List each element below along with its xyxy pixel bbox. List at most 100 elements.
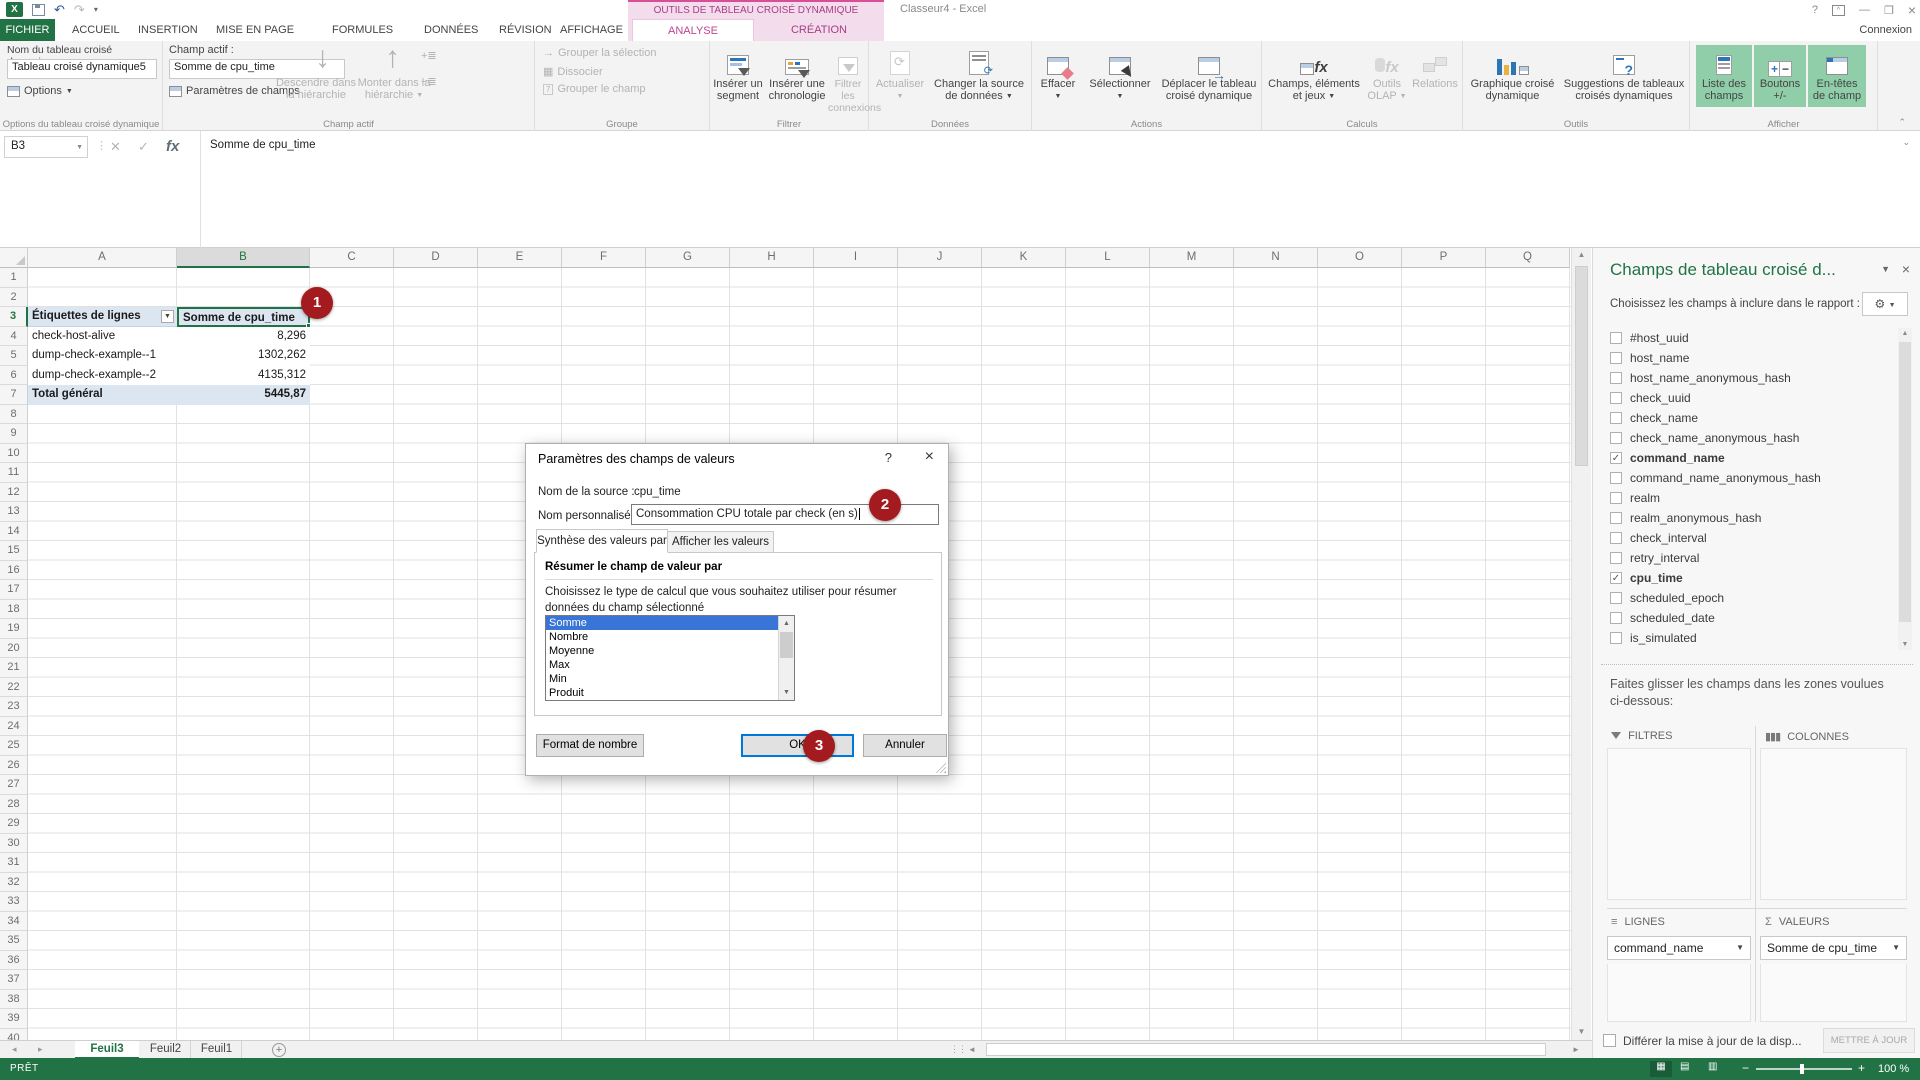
formula-bar-expand-icon[interactable]: ⌄	[1902, 137, 1910, 148]
filter-connections-button[interactable]: Filtrer lesconnexions	[828, 45, 868, 114]
tab-show-values-as[interactable]: Afficher les valeurs	[668, 531, 774, 553]
row-header-15[interactable]: 15	[0, 541, 28, 561]
sheet-tab-feuil3[interactable]: Feuil3	[75, 1041, 139, 1059]
column-header-N[interactable]: N	[1234, 248, 1318, 268]
field-item-host_name_anonymous_hash[interactable]: host_name_anonymous_hash	[1610, 368, 1890, 388]
values-field-chip[interactable]: Somme de cpu_time ▼	[1760, 936, 1907, 960]
row-header-33[interactable]: 33	[0, 892, 28, 912]
refresh-button[interactable]: ⟳ Actualiser▼	[871, 45, 929, 103]
field-item-command_name[interactable]: ✓command_name	[1610, 448, 1890, 468]
zoom-out-icon[interactable]: −	[1742, 1061, 1749, 1075]
field-headers-toggle[interactable]: En-têtesde champ	[1808, 45, 1866, 107]
insert-timeline-button[interactable]: Insérer unechronologie	[766, 45, 828, 102]
row-header-11[interactable]: 11	[0, 463, 28, 483]
row-header-20[interactable]: 20	[0, 639, 28, 659]
field-scrollbar-thumb[interactable]	[1899, 342, 1911, 622]
plus-minus-buttons-toggle[interactable]: +− Boutons+/-	[1754, 45, 1806, 107]
column-header-P[interactable]: P	[1402, 248, 1486, 268]
tab-formules[interactable]: FORMULES	[332, 19, 393, 41]
defer-layout-checkbox[interactable]	[1603, 1034, 1616, 1047]
checkbox-icon[interactable]	[1610, 412, 1622, 424]
save-icon[interactable]	[32, 4, 45, 16]
insert-function-icon[interactable]: fx	[166, 138, 179, 155]
checkbox-icon[interactable]	[1610, 352, 1622, 364]
pane-options-icon[interactable]: ▼	[1881, 264, 1890, 274]
relationships-button[interactable]: Relations	[1410, 45, 1460, 90]
column-header-B[interactable]: B	[177, 248, 310, 268]
row-header-16[interactable]: 16	[0, 561, 28, 581]
column-header-D[interactable]: D	[394, 248, 478, 268]
dialog-help-icon[interactable]: ?	[885, 450, 892, 465]
row-header-22[interactable]: 22	[0, 678, 28, 698]
pivot-name-input[interactable]: Tableau croisé dynamique5	[7, 59, 157, 79]
column-header-G[interactable]: G	[646, 248, 730, 268]
checkbox-icon[interactable]	[1610, 512, 1622, 524]
scroll-up-icon[interactable]: ▲	[779, 616, 794, 631]
fields-items-sets-button[interactable]: fx Champs, éléments et jeux ▼	[1264, 45, 1364, 103]
row-header-37[interactable]: 37	[0, 970, 28, 990]
restore-icon[interactable]: ❐	[1884, 4, 1894, 17]
tab-mise-en-page[interactable]: MISE EN PAGE	[216, 19, 294, 41]
row-header-35[interactable]: 35	[0, 931, 28, 951]
pivot-row-value[interactable]: 8,296	[177, 327, 310, 347]
summary-option-somme[interactable]: Somme	[546, 616, 778, 630]
column-header-J[interactable]: J	[898, 248, 982, 268]
column-header-H[interactable]: H	[730, 248, 814, 268]
row-header-12[interactable]: 12	[0, 483, 28, 503]
column-header-I[interactable]: I	[814, 248, 898, 268]
scroll-up-icon[interactable]: ▲	[1898, 328, 1912, 337]
row-header-9[interactable]: 9	[0, 424, 28, 444]
field-item-realm_anonymous_hash[interactable]: realm_anonymous_hash	[1610, 508, 1890, 528]
name-box[interactable]: B3 ▼	[4, 136, 88, 158]
close-icon[interactable]: ×	[1908, 2, 1916, 18]
summary-option-nombre[interactable]: Nombre	[546, 630, 778, 644]
listbox-scrollbar-thumb[interactable]	[780, 632, 793, 658]
column-header-L[interactable]: L	[1066, 248, 1150, 268]
row-header-40[interactable]: 40	[0, 1029, 28, 1041]
tab-creation[interactable]: CRÉATION	[758, 19, 880, 41]
row-header-14[interactable]: 14	[0, 522, 28, 542]
tab-donnees[interactable]: DONNÉES	[424, 19, 478, 41]
formula-content[interactable]: Somme de cpu_time	[210, 139, 315, 151]
column-header-E[interactable]: E	[478, 248, 562, 268]
row-header-19[interactable]: 19	[0, 619, 28, 639]
pivot-row-label[interactable]: check-host-alive	[28, 327, 177, 347]
field-item-check_name_anonymous_hash[interactable]: check_name_anonymous_hash	[1610, 428, 1890, 448]
hscroll-left-icon[interactable]: ◄	[968, 1045, 976, 1054]
row-header-17[interactable]: 17	[0, 580, 28, 600]
tab-affichage[interactable]: AFFICHAGE	[560, 19, 623, 41]
drill-down-button[interactable]: Descendre dansla hiérarchie	[275, 77, 357, 101]
row-header-6[interactable]: 6	[0, 366, 28, 386]
row-header-23[interactable]: 23	[0, 697, 28, 717]
group-field-button[interactable]: 7 Grouper le champ	[543, 83, 646, 95]
row-header-26[interactable]: 26	[0, 756, 28, 776]
columns-dropzone[interactable]	[1760, 748, 1907, 900]
checkbox-checked-icon[interactable]: ✓	[1610, 452, 1622, 464]
new-sheet-icon[interactable]: +	[272, 1043, 286, 1057]
view-normal-icon[interactable]: ▦	[1650, 1061, 1672, 1077]
pivot-row-value[interactable]: 1302,262	[177, 346, 310, 366]
field-list-scrollbar[interactable]: ▲ ▼	[1898, 328, 1912, 650]
rows-dropzone[interactable]	[1607, 964, 1751, 1022]
field-item-check_uuid[interactable]: check_uuid	[1610, 388, 1890, 408]
column-header-O[interactable]: O	[1318, 248, 1402, 268]
update-button[interactable]: METTRE À JOUR	[1823, 1028, 1915, 1053]
qat-customize-icon[interactable]: ▾	[94, 5, 98, 14]
checkbox-icon[interactable]	[1610, 472, 1622, 484]
field-item-check_name[interactable]: check_name	[1610, 408, 1890, 428]
checkbox-icon[interactable]	[1610, 392, 1622, 404]
values-dropzone[interactable]	[1760, 964, 1907, 1022]
pane-close-icon[interactable]: ×	[1902, 261, 1910, 277]
expand-field-icon[interactable]: +≣	[421, 49, 437, 62]
checkbox-icon[interactable]	[1610, 632, 1622, 644]
clear-button[interactable]: Effacer▼	[1034, 45, 1082, 103]
account-connexion[interactable]: Connexion	[1859, 19, 1912, 41]
cancel-button[interactable]: Annuler	[863, 734, 947, 757]
sheet-nav-right-icon[interactable]: ▸	[38, 1044, 43, 1055]
row-header-13[interactable]: 13	[0, 502, 28, 522]
row-header-31[interactable]: 31	[0, 853, 28, 873]
summary-option-produit[interactable]: Produit	[546, 686, 778, 700]
enter-formula-icon[interactable]: ✓	[138, 139, 149, 155]
field-item-#host_uuid[interactable]: #host_uuid	[1610, 328, 1890, 348]
view-page-break-icon[interactable]: ▥	[1708, 1061, 1717, 1072]
